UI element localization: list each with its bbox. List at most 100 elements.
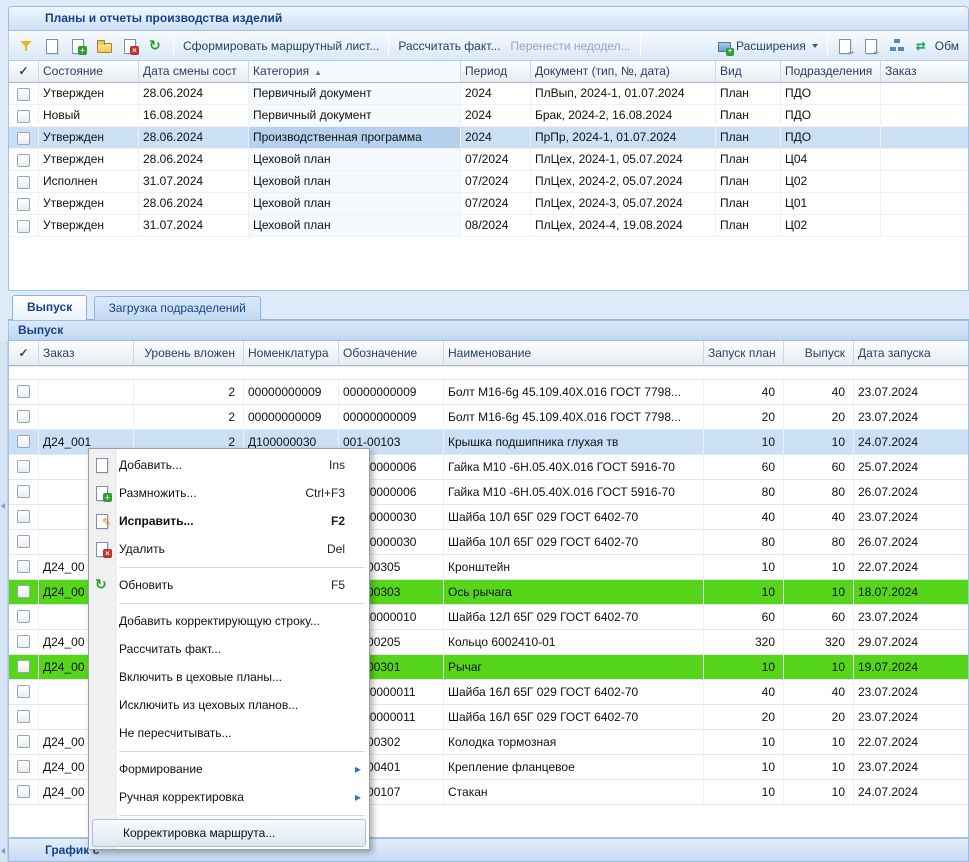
row-checkbox[interactable] xyxy=(17,176,30,189)
context-menu-item[interactable]: Удалить Del xyxy=(89,535,369,563)
open-button[interactable] xyxy=(91,34,117,58)
context-menu-item[interactable] xyxy=(89,599,369,607)
plans-grid-row[interactable]: Утвержден 28.06.2024 Цеховой план 07/202… xyxy=(9,149,968,171)
output-grid-row[interactable]: Н2_Д xyxy=(9,367,968,380)
context-menu-item[interactable]: Ручная корректировка xyxy=(89,783,369,811)
column-header-document[interactable]: Документ (тип, №, дата) xyxy=(531,61,716,83)
row-checkbox[interactable] xyxy=(17,220,30,233)
plans-grid-row[interactable]: Утвержден 28.06.2024 Первичный документ … xyxy=(9,83,968,105)
cell-name: Ось рычага xyxy=(444,580,704,604)
cell-document: ПлЦех, 2024-2, 05.07.2024 xyxy=(531,171,716,192)
context-menu-item[interactable] xyxy=(89,811,369,819)
plans-grid-row[interactable]: Утвержден 28.06.2024 Производственная пр… xyxy=(9,127,968,149)
plans-grid-row[interactable]: Новый 16.08.2024 Первичный документ 2024… xyxy=(9,105,968,127)
refresh-button[interactable] xyxy=(143,34,169,58)
filter-button[interactable] xyxy=(13,34,39,58)
cell-order xyxy=(881,149,969,170)
copy-button[interactable] xyxy=(65,34,91,58)
column-header-category[interactable]: Категория xyxy=(249,61,461,83)
column-header-date[interactable]: Дата смены сост xyxy=(139,61,249,83)
column-header-launch-plan[interactable]: Запуск план xyxy=(704,341,784,366)
export-button[interactable] xyxy=(832,34,858,58)
row-checkbox[interactable] xyxy=(17,460,30,473)
row-checkbox[interactable] xyxy=(17,132,30,145)
context-menu-item[interactable]: Добавить... Ins xyxy=(89,451,369,479)
cell-launch-plan: 80 xyxy=(704,480,784,504)
column-header-name[interactable]: Наименование xyxy=(444,341,704,366)
context-menu-item[interactable]: Не пересчитывать... xyxy=(89,719,369,747)
row-checkbox[interactable] xyxy=(17,385,30,398)
row-checkbox[interactable] xyxy=(17,410,30,423)
context-menu-item[interactable]: Формирование xyxy=(89,755,369,783)
hierarchy-button[interactable] xyxy=(884,34,910,58)
row-checkbox[interactable] xyxy=(17,610,30,623)
row-checkbox[interactable] xyxy=(17,760,30,773)
tab-vypusk[interactable]: Выпуск xyxy=(12,295,87,320)
row-checkbox[interactable] xyxy=(17,710,30,723)
row-checkbox[interactable] xyxy=(17,88,30,101)
calc-fact-button[interactable]: Рассчитать факт... xyxy=(393,34,505,58)
tab-zagruzka-podrazdeleniy[interactable]: Загрузка подразделений xyxy=(94,296,261,320)
row-checkbox[interactable] xyxy=(17,560,30,573)
row-checkbox[interactable] xyxy=(17,485,30,498)
context-menu-item[interactable]: Исключить из цеховых планов... xyxy=(89,691,369,719)
plans-grid-row[interactable]: Утвержден 31.07.2024 Цеховой план 08/202… xyxy=(9,215,968,237)
context-menu-item[interactable]: Рассчитать факт... xyxy=(89,635,369,663)
context-menu-item[interactable]: Включить в цеховые планы... xyxy=(89,663,369,691)
column-header-state[interactable]: Состояние xyxy=(39,61,139,83)
row-checkbox[interactable] xyxy=(17,735,30,748)
add-button[interactable] xyxy=(39,34,65,58)
column-header-order[interactable]: Заказ xyxy=(39,341,134,366)
cell-kind: План xyxy=(716,215,781,236)
import-button[interactable] xyxy=(858,34,884,58)
toolbar-separator xyxy=(640,36,641,56)
row-checkbox[interactable] xyxy=(17,198,30,211)
column-header-output[interactable]: Выпуск xyxy=(784,341,854,366)
plans-grid-row[interactable]: Исполнен 31.07.2024 Цеховой план 07/2024… xyxy=(9,171,968,193)
left-splitter-strip xyxy=(0,341,8,862)
row-checkbox[interactable] xyxy=(17,154,30,167)
form-route-list-button[interactable]: Сформировать маршрутный лист... xyxy=(178,34,384,58)
select-all-header[interactable]: ✓ xyxy=(9,341,39,366)
context-menu-item[interactable]: Обновить F5 xyxy=(89,571,369,599)
output-grid-row[interactable]: 2 00000000009 00000000009 Болт М16-6g 45… xyxy=(9,405,968,430)
column-header-designation[interactable]: Обозначение xyxy=(339,341,444,366)
column-header-department[interactable]: Подразделения xyxy=(781,61,881,83)
row-checkbox[interactable] xyxy=(17,110,30,123)
collapse-left-icon[interactable] xyxy=(1,840,7,862)
row-checkbox[interactable] xyxy=(17,585,30,598)
row-checkbox[interactable] xyxy=(17,510,30,523)
row-checkbox[interactable] xyxy=(17,435,30,448)
column-header-kind[interactable]: Вид xyxy=(716,61,781,83)
context-menu-item[interactable]: Добавить корректирующую строку... xyxy=(89,607,369,635)
collapse-left-icon[interactable] xyxy=(1,495,7,517)
cell-output: 40 xyxy=(784,380,854,404)
column-header-period[interactable]: Период xyxy=(461,61,531,83)
plans-grid-row[interactable]: Утвержден 28.06.2024 Цеховой план 07/202… xyxy=(9,193,968,215)
extensions-button[interactable]: Расширения xyxy=(711,34,823,58)
column-header-order[interactable]: Заказ xyxy=(881,61,969,83)
cell-output: 20 xyxy=(784,405,854,429)
context-menu-item[interactable]: Размножить... Ctrl+F3 xyxy=(89,479,369,507)
output-grid-row[interactable]: 2 00000000009 00000000009 Болт М16-6g 45… xyxy=(9,380,968,405)
column-header-level[interactable]: Уровень вложен xyxy=(134,341,244,366)
row-checkbox-cell xyxy=(9,480,39,504)
context-menu-item[interactable]: Корректировка маршрута... xyxy=(92,819,366,847)
row-checkbox[interactable] xyxy=(17,785,30,798)
context-menu-item[interactable]: Исправить... F2 xyxy=(89,507,369,535)
column-header-nomenclature[interactable]: Номенклатура xyxy=(244,341,339,366)
context-menu-item[interactable] xyxy=(89,563,369,571)
copy-document-icon xyxy=(70,38,86,54)
cell-nomenclature: 00000000009 xyxy=(244,405,339,429)
row-checkbox[interactable] xyxy=(17,535,30,548)
cell-launch-plan: 40 xyxy=(704,505,784,529)
context-menu-item[interactable] xyxy=(89,747,369,755)
row-checkbox[interactable] xyxy=(17,660,30,673)
toolbar-separator xyxy=(827,36,828,56)
delete-button[interactable] xyxy=(117,34,143,58)
select-all-header[interactable]: ✓ xyxy=(9,61,39,83)
exchange-button[interactable]: Обм xyxy=(910,34,964,58)
row-checkbox[interactable] xyxy=(17,685,30,698)
column-header-launch-date[interactable]: Дата запуска xyxy=(854,341,969,366)
row-checkbox[interactable] xyxy=(17,635,30,648)
